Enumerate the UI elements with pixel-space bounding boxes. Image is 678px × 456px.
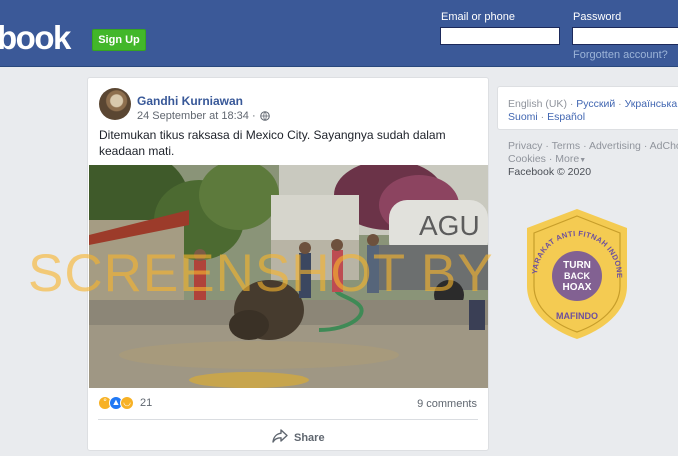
reactions-summary[interactable]: ° ▲ ◡ 21	[98, 396, 152, 410]
language-selector: English (UK) · Русский · Українська Suom…	[497, 86, 678, 130]
top-bar: book Sign Up Email or phone Password For…	[0, 0, 678, 67]
footer-link-cookies[interactable]: Cookies	[508, 153, 546, 165]
haha-icon: ◡	[120, 396, 134, 410]
badge-logo-line1: TURN	[563, 260, 591, 271]
post-text: Ditemukan tikus raksasa di Mexico City. …	[99, 128, 446, 158]
language-link-es[interactable]: Español	[547, 111, 585, 123]
forgot-account-link[interactable]: Forgotten account?	[573, 49, 668, 61]
password-label: Password	[573, 11, 622, 23]
actions-divider	[98, 419, 478, 420]
language-link-fi[interactable]: Suomi	[508, 111, 538, 123]
comments-count-link[interactable]: 9 comments	[417, 398, 477, 410]
caret-down-icon: ▼	[579, 157, 587, 164]
post-meta: 24 September at 18:34 ·	[137, 110, 270, 122]
signup-button[interactable]: Sign Up	[92, 29, 146, 51]
badge-logo-line3: HOAX	[563, 282, 592, 293]
footer-link-more[interactable]: More	[555, 153, 579, 165]
shield-icon	[527, 209, 627, 339]
language-link-uk[interactable]: Українська	[625, 98, 678, 110]
badge-bottom-text: MAFINDO	[556, 311, 598, 321]
post-card: Gandhi Kurniawan 24 September at 18:34 ·…	[87, 77, 489, 451]
password-input[interactable]	[572, 27, 678, 45]
avatar[interactable]	[99, 88, 131, 120]
reaction-count: 21	[140, 397, 153, 409]
badge-ring-text: MASYARAKAT ANTI FITNAH INDONESIA	[521, 206, 624, 278]
footer-link-privacy[interactable]: Privacy	[508, 140, 542, 152]
copyright: Facebook © 2020	[508, 166, 592, 178]
mafindo-badge: MASYARAKAT ANTI FITNAH INDONESIA TURN BA…	[521, 206, 627, 339]
share-label: Share	[294, 431, 325, 444]
truck-lettering: AGU	[419, 210, 480, 241]
email-input[interactable]	[440, 27, 560, 45]
language-link-ru[interactable]: Русский	[576, 98, 615, 110]
badge-logo-line2: BACK	[564, 271, 590, 281]
current-language: English (UK)	[508, 98, 567, 110]
share-button[interactable]: Share	[272, 429, 325, 446]
footer-links: Privacy · Terms · Advertising · AdCho Co…	[508, 140, 678, 167]
globe-icon	[259, 111, 270, 121]
footer-link-terms[interactable]: Terms	[552, 140, 581, 152]
post-author[interactable]: Gandhi Kurniawan	[137, 94, 243, 108]
footer-link-adchoices[interactable]: AdCho	[650, 140, 678, 152]
svg-text:MASYARAKAT ANTI FITNAH INDONES: MASYARAKAT ANTI FITNAH INDONESIA	[521, 206, 624, 278]
share-icon	[272, 429, 288, 446]
post-photo[interactable]: AGU	[89, 165, 488, 388]
email-label: Email or phone	[441, 11, 515, 23]
footer-link-advertising[interactable]: Advertising	[589, 140, 641, 152]
post-timestamp[interactable]: 24 September at 18:34 ·	[137, 110, 256, 122]
facebook-logo[interactable]: book	[0, 18, 71, 58]
